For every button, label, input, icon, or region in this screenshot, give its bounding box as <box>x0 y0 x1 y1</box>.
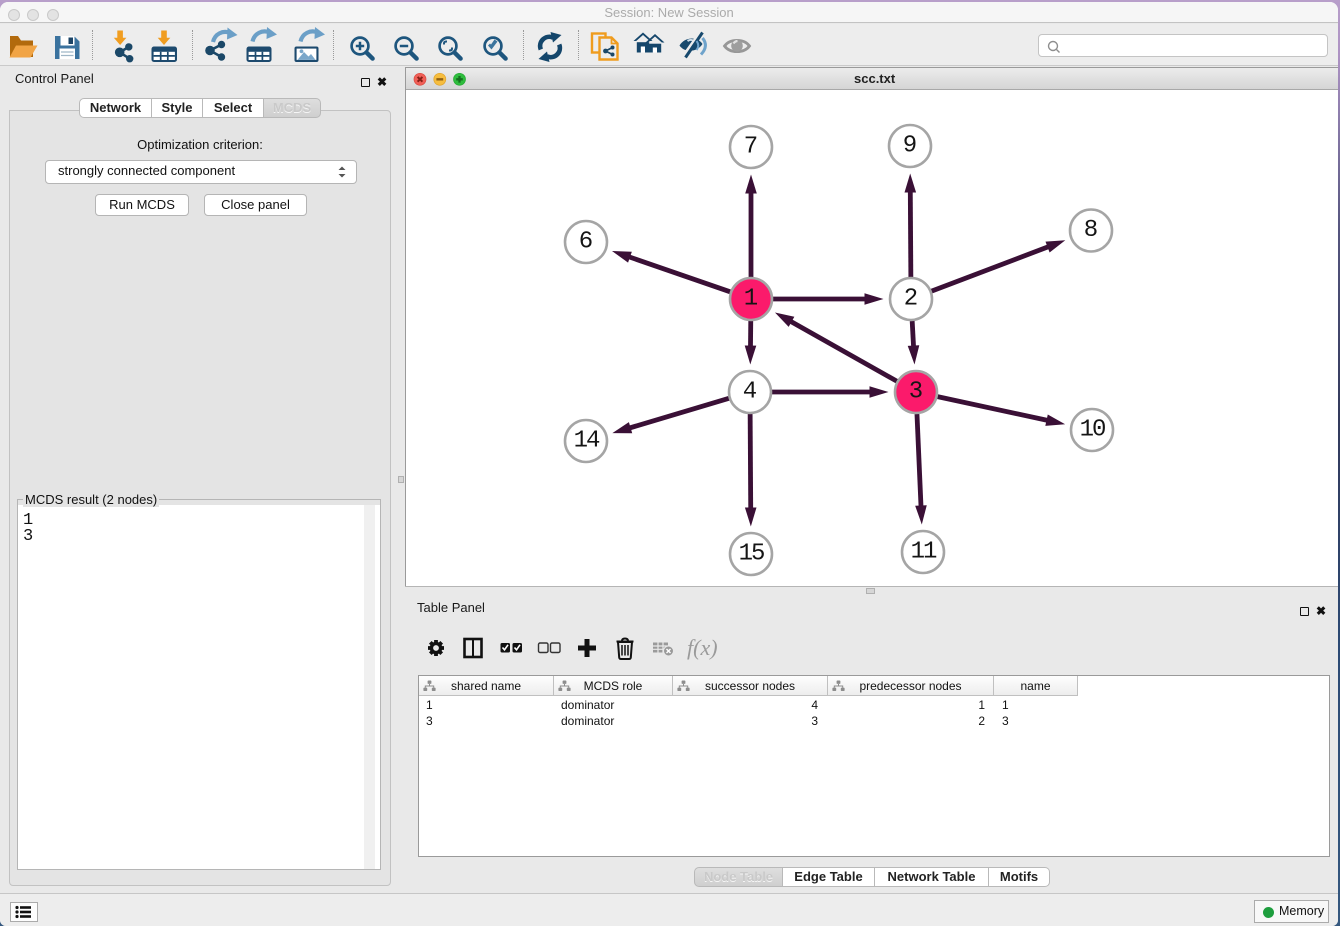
svg-text:7: 7 <box>744 134 758 161</box>
svg-text:14: 14 <box>574 428 600 455</box>
svg-text:2: 2 <box>904 286 918 313</box>
svg-text:1: 1 <box>744 286 758 313</box>
svg-text:10: 10 <box>1080 417 1105 444</box>
svg-text:f(x): f(x) <box>687 635 718 660</box>
svg-text:8: 8 <box>1084 217 1098 244</box>
svg-text:6: 6 <box>579 229 593 256</box>
svg-text:3: 3 <box>909 379 923 406</box>
svg-text:11: 11 <box>911 539 937 566</box>
svg-text:4: 4 <box>743 379 757 406</box>
svg-text:15: 15 <box>739 541 764 568</box>
svg-text:9: 9 <box>903 133 917 160</box>
